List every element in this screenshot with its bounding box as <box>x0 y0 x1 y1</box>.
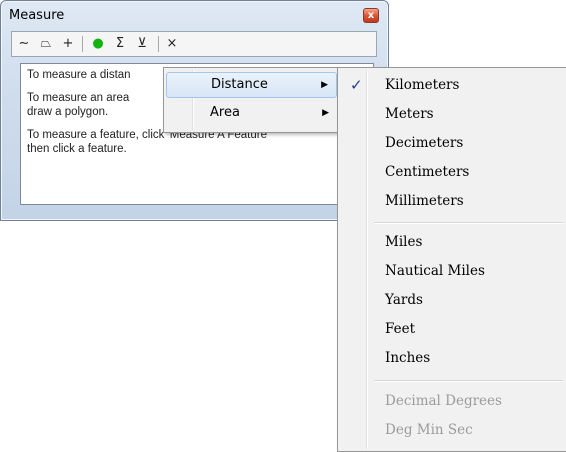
measure-point-icon[interactable]: + <box>58 34 78 54</box>
checkmark-icon: ✓ <box>350 76 363 94</box>
unit-miles[interactable]: Miles <box>340 229 565 255</box>
unit-inches[interactable]: Inches <box>340 345 565 371</box>
unit-decimeters[interactable]: Decimeters <box>340 130 565 156</box>
toolbar-separator <box>82 36 83 52</box>
measure-toolbar: ∼ ⏢ + ● Σ ⊻ × <box>11 31 377 57</box>
measure-feature-icon[interactable]: ● <box>88 34 108 54</box>
unit-decimal-degrees: Decimal Degrees <box>385 393 502 409</box>
unit-yards[interactable]: Yards <box>340 287 565 313</box>
menu-separator <box>374 222 563 224</box>
submenu-arrow-icon: ▶ <box>321 80 328 90</box>
unit-centimeters[interactable]: Centimeters <box>340 159 565 185</box>
measure-area-icon[interactable]: ⏢ <box>36 34 56 54</box>
clear-icon[interactable]: × <box>162 34 182 54</box>
sum-icon[interactable]: Σ <box>110 34 130 54</box>
unit-millimeters[interactable]: Millimeters <box>340 188 565 214</box>
unit-kilometers[interactable]: ✓ Kilometers <box>340 72 565 98</box>
measure-line-icon[interactable]: ∼ <box>14 34 34 54</box>
close-icon: x <box>367 10 375 21</box>
toolbar-separator <box>158 36 159 52</box>
unit-deg-min-sec: Deg Min Sec <box>385 422 473 438</box>
unit-meters[interactable]: Meters <box>340 101 565 127</box>
window-title: Measure <box>9 8 65 23</box>
units-type-menu: Distance ▶ Area ▶ <box>163 67 340 133</box>
menu-item-area[interactable]: Area ▶ <box>166 100 337 126</box>
unit-feet[interactable]: Feet <box>340 316 565 342</box>
submenu-arrow-icon: ▶ <box>322 108 329 118</box>
units-dropdown-icon[interactable]: ⊻ <box>132 34 152 54</box>
title-bar[interactable]: Measure x <box>1 1 388 29</box>
instruction-feature-cont: then click a feature. <box>27 143 127 155</box>
close-button[interactable]: x <box>363 8 379 23</box>
unit-nautical-miles[interactable]: Nautical Miles <box>340 258 565 284</box>
distance-units-submenu: ✓ Kilometers Meters Decimeters Centimete… <box>337 67 566 452</box>
menu-separator <box>374 380 563 382</box>
menu-item-distance[interactable]: Distance ▶ <box>166 72 337 98</box>
